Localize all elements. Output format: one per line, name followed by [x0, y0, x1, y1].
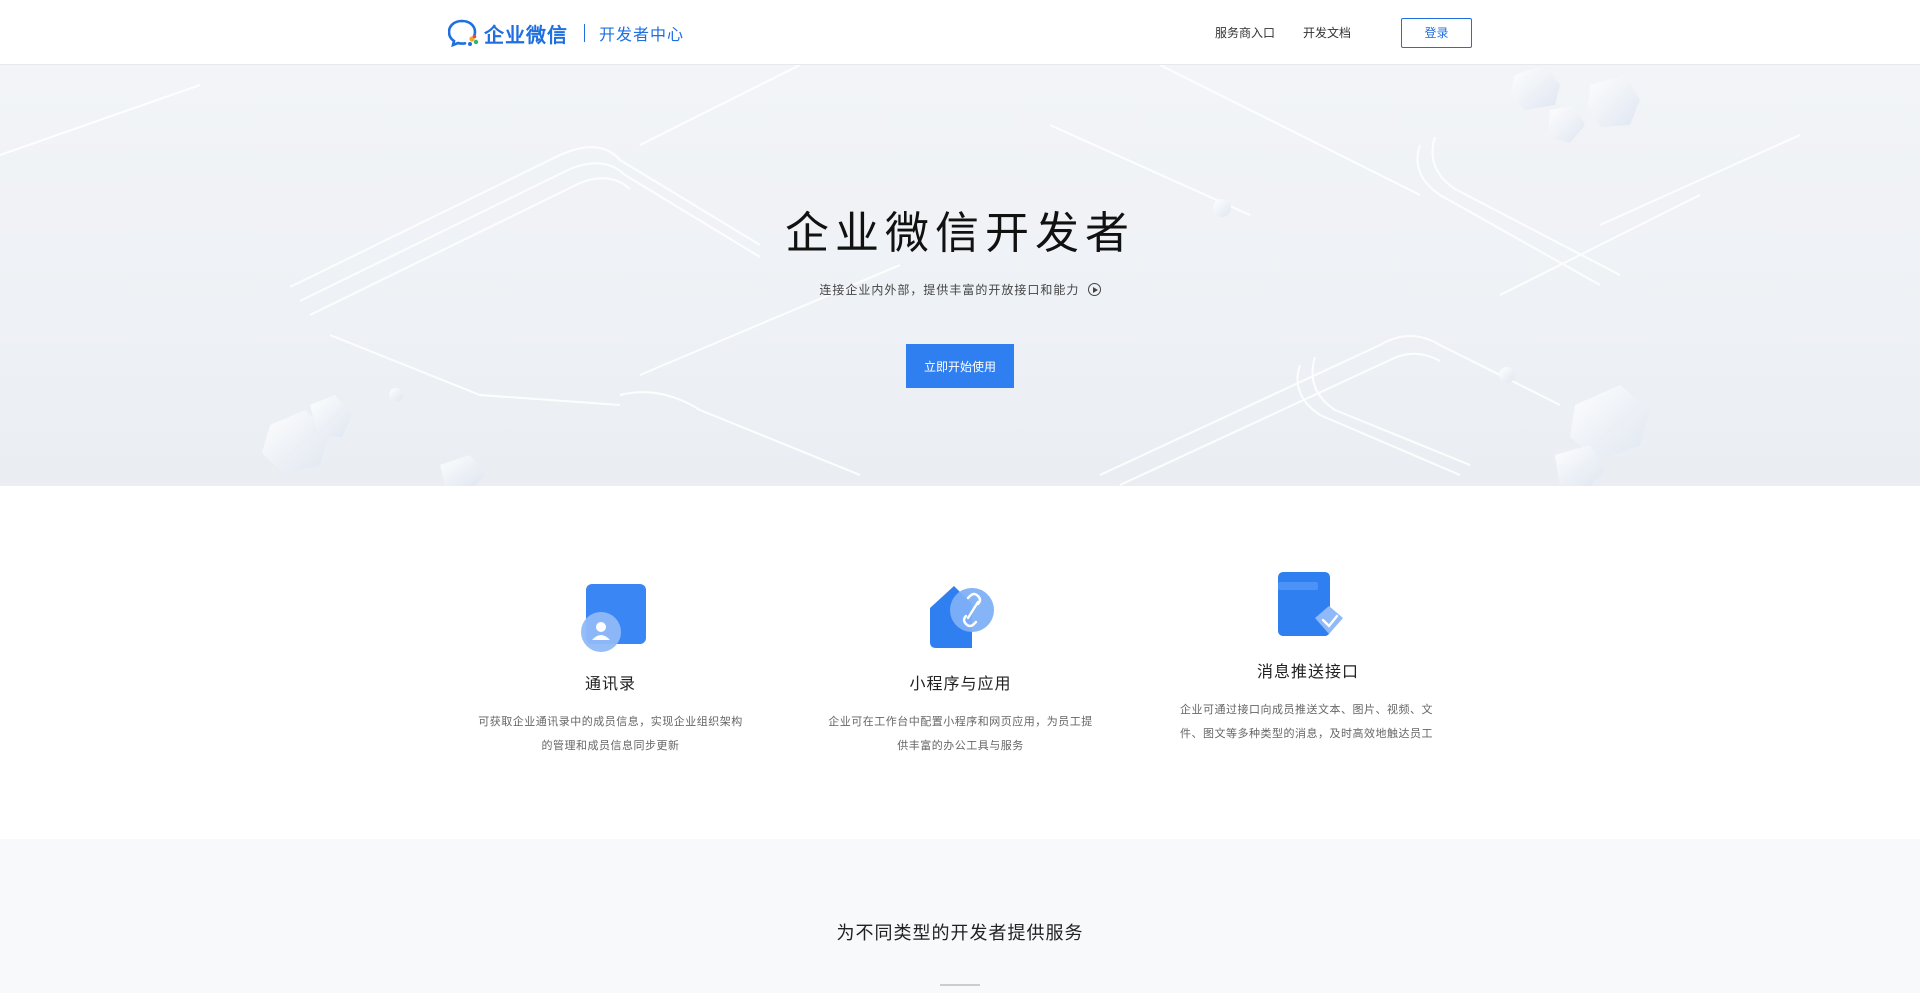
hero-banner: 企业微信开发者 连接企业内外部，提供丰富的开放接口和能力 立即开始使用 [0, 65, 1920, 486]
login-button[interactable]: 登录 [1401, 17, 1472, 48]
message-icon [1273, 572, 1343, 642]
nav-service-provider[interactable]: 服务商入口 [1215, 24, 1275, 41]
section-divider [940, 984, 980, 986]
mini-program-icon [926, 584, 996, 654]
hero-background-pattern [0, 65, 1801, 486]
get-started-button[interactable]: 立即开始使用 [906, 344, 1014, 388]
feature-title: 消息推送接口 [1256, 664, 1359, 681]
top-nav: 服务商入口 开发文档 登录 [1215, 0, 1472, 65]
feature-title: 通讯录 [584, 676, 636, 693]
hero-subtitle-row[interactable]: 连接企业内外部，提供丰富的开放接口和能力 [0, 281, 1920, 298]
feature-contacts: 通讯录 可获取企业通讯录中的成员信息，实现企业组织架构的管理和成员信息同步更新 [478, 584, 743, 758]
brand-subtitle: 开发者中心 [599, 27, 685, 44]
feature-desc: 企业可通过接口向成员推送文本、图片、视频、文件、图文等多种类型的消息，及时高效地… [1180, 698, 1436, 746]
feature-message: 消息推送接口 企业可通过接口向成员推送文本、图片、视频、文件、图文等多种类型的消… [1180, 572, 1436, 746]
feature-mini-program: 小程序与应用 企业可在工作台中配置小程序和网页应用，为员工提供丰富的办公工具与服… [828, 584, 1093, 758]
top-header: 企业微信 开发者中心 服务商入口 开发文档 登录 [0, 0, 1920, 65]
hero-subtitle: 连接企业内外部，提供丰富的开放接口和能力 [819, 283, 1080, 297]
contacts-icon [576, 584, 646, 654]
feature-desc-text: 企业可通过接口向成员推送文本、图片、视频、文件、图文等多种类型的消息，及时高效地… [1180, 704, 1433, 740]
section-title: 为不同类型的开发者提供服务 [836, 923, 1084, 943]
feature-desc: 企业可在工作台中配置小程序和网页应用，为员工提供丰富的办公工具与服务 [828, 716, 1093, 752]
header-inner: 企业微信 开发者中心 服务商入口 开发文档 登录 [447, 0, 1472, 65]
developer-types-section: 为不同类型的开发者提供服务 [0, 839, 1920, 993]
hero-title: 企业微信开发者 [785, 209, 1135, 258]
nav-docs[interactable]: 开发文档 [1303, 24, 1351, 41]
feature-title: 小程序与应用 [909, 676, 1012, 693]
brand-name: 企业微信 [484, 24, 568, 47]
features-section: 通讯录 可获取企业通讯录中的成员信息，实现企业组织架构的管理和成员信息同步更新 … [0, 486, 1920, 839]
brand-separator [584, 24, 585, 42]
brand[interactable]: 企业微信 开发者中心 [447, 18, 685, 48]
logo-chat-icon [447, 19, 480, 48]
play-icon[interactable] [1087, 283, 1101, 296]
feature-desc: 可获取企业通讯录中的成员信息，实现企业组织架构的管理和成员信息同步更新 [478, 716, 743, 752]
feature-desc-tail: 员工 [1410, 728, 1433, 740]
